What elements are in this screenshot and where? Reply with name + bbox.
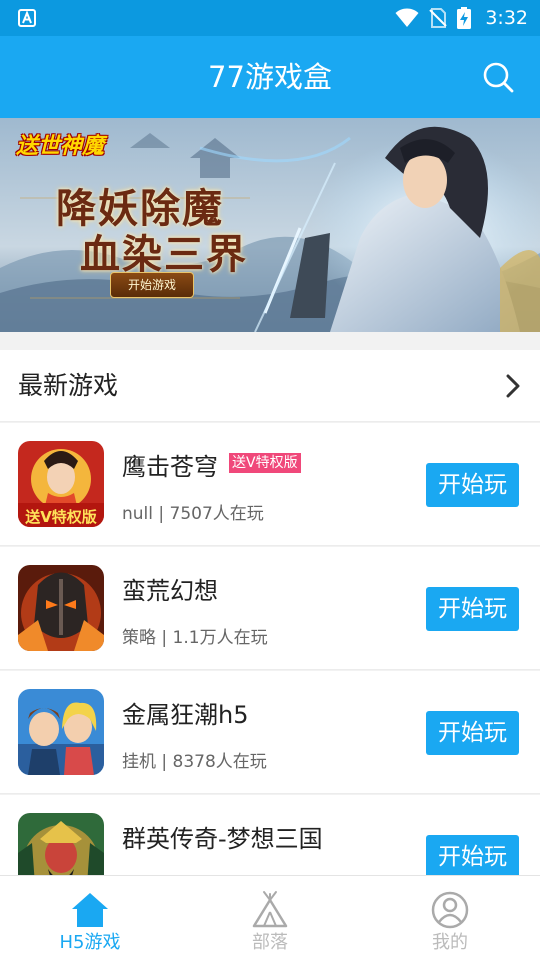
list-item[interactable]: 蛮荒幻想 策略 | 1.1万人在玩 开始玩 [0,547,540,670]
game-icon-eagle: 送V特权版 [18,441,104,527]
game-icon-barbarian [18,565,104,651]
section-title: 最新游戏 [18,371,119,400]
banner-start-game-button[interactable]: 开始游戏 [110,272,194,298]
status-icons: 3:32 [395,0,528,36]
search-button[interactable] [482,61,514,93]
app-header: 77游戏盒 [0,36,540,118]
user-icon [431,891,469,929]
game-meta: 挂机 | 8378人在玩 [122,752,267,772]
chevron-right-icon[interactable] [504,374,522,398]
nav-item-h5-games[interactable]: H5游戏 [0,876,180,960]
start-play-button[interactable]: 开始玩 [426,835,519,879]
list-item[interactable]: 金属狂潮h5 挂机 | 8378人在玩 开始玩 [0,671,540,794]
game-name: 群英传奇-梦想三国 [122,825,323,853]
clock: 3:32 [485,7,528,29]
game-name: 蛮荒幻想 [122,577,218,605]
game-icon-metal-tide [18,689,104,775]
app-notification-icon [18,9,36,27]
svg-text:送V特权版: 送V特权版 [24,508,97,526]
nav-label: 部落 [252,932,288,953]
start-play-button[interactable]: 开始玩 [426,711,519,755]
start-play-button[interactable]: 开始玩 [426,463,519,507]
nav-item-tribe[interactable]: 部落 [180,876,360,960]
status-bar: 3:32 [0,0,540,36]
tent-icon [252,891,288,928]
game-tag-badge: 送V特权版 [229,453,301,473]
game-name: 金属狂潮h5 [122,701,249,729]
home-icon [72,893,108,927]
latest-games-header[interactable]: 最新游戏 [0,350,540,422]
nav-item-mine[interactable]: 我的 [360,876,540,960]
banner-logo: 送世神魔 [16,133,105,159]
start-play-button[interactable]: 开始玩 [426,587,519,631]
nav-label: 我的 [432,932,468,953]
game-name: 鹰击苍穹 [122,453,218,481]
battery-charging-icon [457,7,472,29]
wifi-icon [395,8,419,27]
no-sim-icon [429,8,448,28]
search-icon [483,62,514,93]
bottom-nav: H5游戏 部落 我的 [0,875,540,960]
page-title: 77游戏盒 [208,60,332,94]
app-root: 3:32 77游戏盒 送世神魔 降妖除魔 血染三界 开始游戏 最新游戏 送V特权… [0,0,540,960]
promo-banner[interactable]: 送世神魔 降妖除魔 血染三界 开始游戏 [0,118,540,332]
game-meta: 策略 | 1.1万人在玩 [122,628,268,648]
nav-label: H5游戏 [59,932,121,953]
game-meta: null | 7507人在玩 [122,504,264,524]
list-item[interactable]: 送V特权版 鹰击苍穹 送V特权版 null | 7507人在玩 开始玩 [0,423,540,546]
